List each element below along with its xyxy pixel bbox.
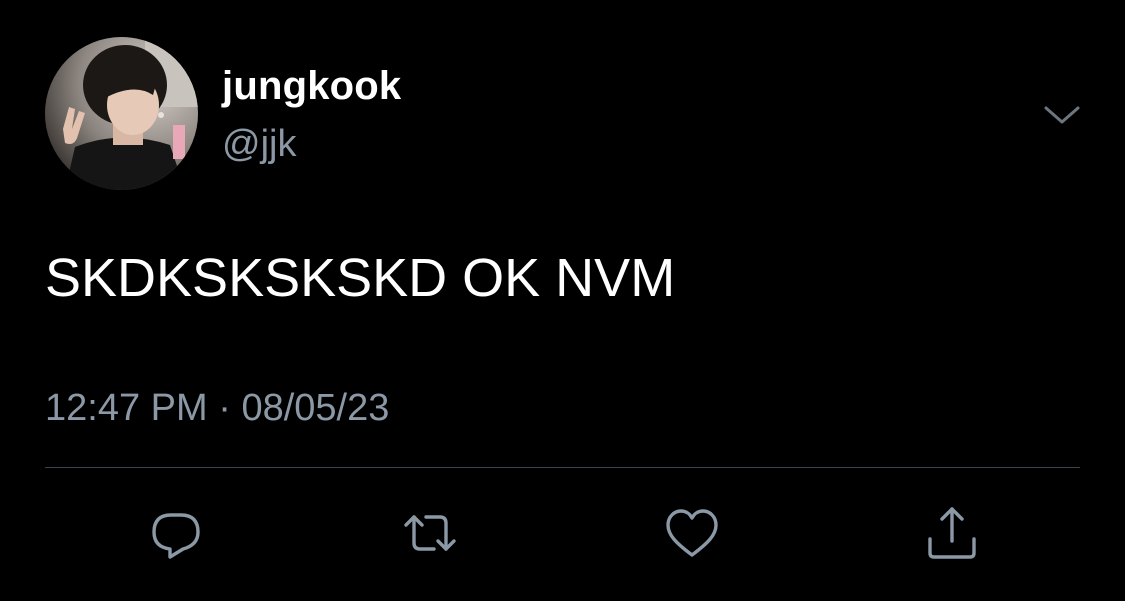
avatar-photo bbox=[45, 37, 198, 190]
chevron-down-icon bbox=[1044, 106, 1080, 124]
tweet-timestamp[interactable]: 12:47 PM · 08/05/23 bbox=[45, 385, 389, 431]
more-options-button[interactable] bbox=[1040, 96, 1084, 136]
display-name[interactable]: jungkook bbox=[222, 62, 401, 110]
tweet-time: 12:47 PM bbox=[45, 387, 208, 429]
share-button[interactable] bbox=[922, 505, 982, 561]
heart-icon bbox=[666, 509, 718, 557]
avatar[interactable] bbox=[45, 37, 198, 190]
reply-icon bbox=[152, 513, 200, 559]
user-handle[interactable]: @jjk bbox=[222, 121, 296, 167]
retweet-button[interactable] bbox=[400, 505, 460, 561]
reply-button[interactable] bbox=[146, 505, 206, 561]
tweet-card: jungkook @jjk SKDKSKSKSKD OK NVM 12:47 P… bbox=[0, 0, 1125, 601]
tweet-text: SKDKSKSKSKD OK NVM bbox=[45, 248, 676, 308]
tweet-date: 08/05/23 bbox=[241, 387, 390, 429]
meta-separator: · bbox=[218, 387, 231, 429]
divider bbox=[45, 467, 1080, 468]
share-icon bbox=[928, 507, 976, 559]
like-button[interactable] bbox=[662, 505, 722, 561]
retweet-icon bbox=[404, 515, 456, 551]
